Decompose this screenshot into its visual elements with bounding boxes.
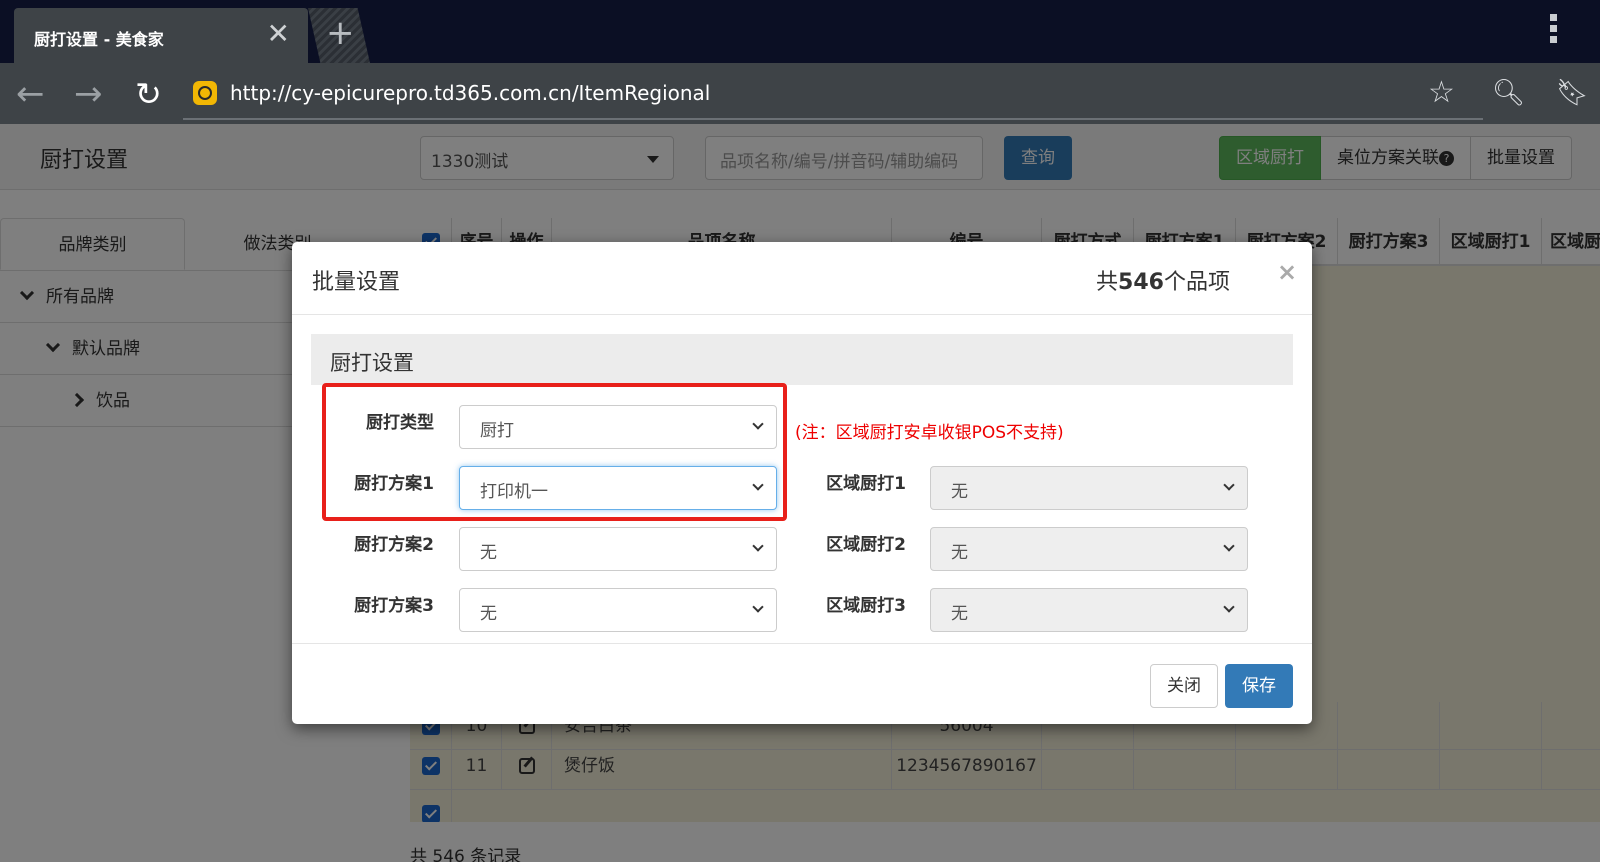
modal-header: 批量设置 共546个品项 ×	[292, 242, 1312, 315]
support-note: (注：区域厨打安卓收银POS不支持)	[795, 423, 1064, 443]
region1-label: 区域厨打1	[826, 474, 906, 494]
tab-title: 厨打设置 - 美食家	[34, 30, 164, 49]
region2-value: 无	[951, 543, 968, 563]
tab-close-icon[interactable]: ✕	[267, 20, 290, 48]
region1-value: 无	[951, 482, 968, 502]
close-button[interactable]: 关闭	[1150, 664, 1218, 708]
item-count-number: 546	[1118, 270, 1164, 295]
section-title: 厨打设置	[330, 351, 414, 375]
back-icon[interactable]: ←	[16, 77, 45, 111]
item-count-suffix: 个品项	[1163, 270, 1230, 295]
plan2-label: 厨打方案2	[354, 535, 434, 555]
plan3-select[interactable]: 无	[459, 588, 777, 632]
plan3-label: 厨打方案3	[354, 596, 434, 616]
section-header: 厨打设置	[311, 334, 1293, 385]
region3-select[interactable]: 无	[930, 588, 1248, 632]
region2-select[interactable]: 无	[930, 527, 1248, 571]
reload-icon[interactable]: ↻	[135, 77, 162, 111]
chevron-down-icon	[752, 540, 764, 552]
region3-label: 区域厨打3	[826, 596, 906, 616]
modal-title: 批量设置	[312, 270, 401, 295]
item-count: 共546个品项	[1096, 264, 1230, 296]
plan2-value: 无	[480, 543, 497, 563]
region3-value: 无	[951, 604, 968, 624]
close-icon[interactable]: ×	[1277, 258, 1297, 286]
chevron-down-icon	[1223, 601, 1235, 613]
region1-select[interactable]: 无	[930, 466, 1248, 510]
star-icon[interactable]: ☆	[1428, 76, 1455, 110]
forward-icon[interactable]: →	[74, 77, 103, 111]
url-field[interactable]: http://cy-epicurepro.td365.com.cn/ItemRe…	[230, 81, 710, 105]
batch-settings-modal: 批量设置 共546个品项 × 厨打设置 厨打类型 厨打 厨打方案1 打印机一 厨…	[292, 242, 1312, 724]
browser-tab-bar: 厨打设置 - 美食家 ✕ +	[0, 0, 1600, 63]
item-count-prefix: 共	[1096, 270, 1119, 295]
url-underline	[183, 118, 1483, 120]
chevron-down-icon	[1223, 540, 1235, 552]
plan2-select[interactable]: 无	[459, 527, 777, 571]
plan3-value: 无	[480, 604, 497, 624]
overflow-menu-icon[interactable]	[1550, 14, 1558, 44]
bookmark-icon[interactable]: 🔖︎	[1556, 76, 1589, 110]
new-tab-button[interactable]: +	[308, 8, 370, 63]
chevron-down-icon	[752, 601, 764, 613]
search-icon[interactable]: 🔍︎	[1492, 76, 1525, 110]
browser-tab[interactable]: 厨打设置 - 美食家 ✕	[14, 8, 308, 63]
region2-label: 区域厨打2	[826, 535, 906, 555]
modal-footer: 关闭 保存	[292, 643, 1312, 724]
plus-icon: +	[326, 13, 355, 53]
browser-address-bar: ← → ↻ http://cy-epicurepro.td365.com.cn/…	[0, 63, 1600, 124]
save-button[interactable]: 保存	[1225, 664, 1293, 708]
highlight-annotation-box	[322, 383, 787, 521]
chevron-down-icon	[1223, 479, 1235, 491]
site-favicon-icon	[193, 81, 217, 105]
